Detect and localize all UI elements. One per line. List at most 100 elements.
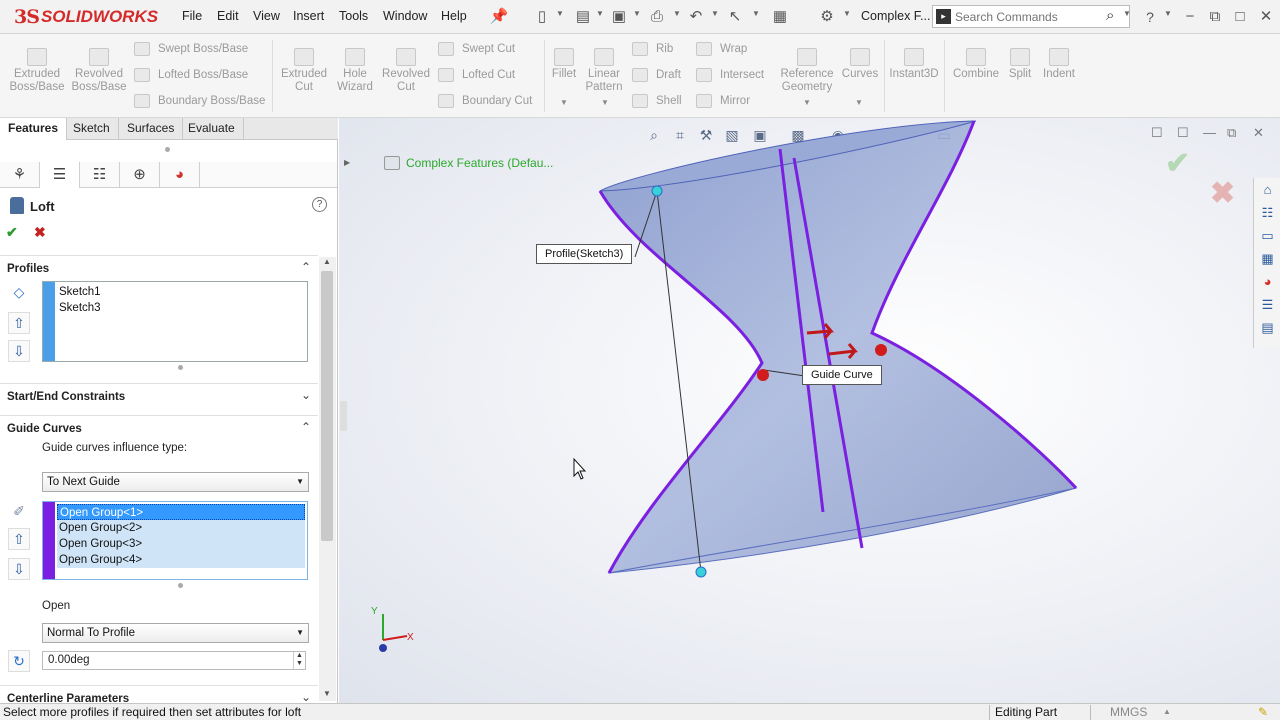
fillet-button[interactable]: Fillet [548,48,580,81]
menu-tools[interactable]: Tools [339,9,368,23]
list-item[interactable]: Sketch1 [57,284,305,300]
collapse-chevron-icon[interactable]: ⌃ [301,420,311,434]
tab-sketch[interactable]: Sketch [65,118,119,140]
profile-callout[interactable]: Profile(Sketch3) [536,244,633,264]
guide-point-handle[interactable] [875,344,887,356]
new-document-icon[interactable]: ▯ [532,7,552,27]
reference-geometry-button[interactable]: Reference Geometry [776,48,838,94]
select-icon[interactable]: ↖ [725,7,745,27]
profiles-section-header[interactable]: Profiles ⌃ [0,255,318,281]
combine-button[interactable]: Combine [950,48,1002,81]
guide-curves-list[interactable]: Open Group<1> Open Group<2> Open Group<3… [42,501,308,580]
configuration-manager-tab-icon[interactable]: ☷ [80,162,120,188]
search-icon[interactable]: ⌕ [1106,7,1114,24]
boundary-boss-button[interactable]: Boundary Boss/Base [134,94,265,108]
guide-curve-callout[interactable]: Guide Curve [802,365,882,385]
search-dropdown-icon[interactable]: ▼ [1123,9,1131,18]
draft-button[interactable]: Draft [632,68,681,82]
help-question-icon[interactable]: ? [1140,7,1160,27]
swept-cut-button[interactable]: Swept Cut [438,42,515,56]
centerline-parameters-header[interactable]: Centerline Parameters ⌄ [0,685,318,703]
lofted-cut-button[interactable]: Lofted Cut [438,68,515,82]
list-resize-handle[interactable] [178,583,183,588]
display-manager-tab-icon[interactable]: ◕ [160,162,200,188]
undo-dropdown-icon[interactable]: ▼ [711,9,719,18]
list-item[interactable]: Open Group<3> [57,536,305,552]
list-item[interactable]: Open Group<2> [57,520,305,536]
ok-check-icon[interactable]: ✔ [6,224,18,241]
splitter-handle[interactable] [165,147,170,152]
extruded-boss-button[interactable]: Extruded Boss/Base [8,48,66,94]
loft-surface[interactable] [599,120,1077,574]
scroll-up-icon[interactable]: ▲ [323,257,331,266]
list-item[interactable]: Sketch3 [57,300,305,316]
profiles-list[interactable]: Sketch1 Sketch3 [42,281,308,362]
pattern-dropdown-icon[interactable]: ▼ [601,98,609,107]
list-item[interactable]: Open Group<4> [57,552,305,568]
search-commands[interactable]: ▸ ⌕ [932,5,1130,28]
rebuild-status-icon[interactable]: ✎ [1258,705,1268,719]
unit-system[interactable]: MMGS [1110,705,1147,719]
shell-button[interactable]: Shell [632,94,682,108]
tab-surfaces[interactable]: Surfaces [119,118,184,140]
list-resize-handle[interactable] [178,365,183,370]
options-dropdown-icon[interactable]: ▼ [843,9,851,18]
tab-evaluate[interactable]: Evaluate [180,118,244,140]
loft-model[interactable]: X Y [339,118,1280,703]
move-up-icon[interactable]: ⇧ [8,312,30,334]
cancel-x-icon[interactable]: ✖ [34,224,46,241]
options-gear-icon[interactable]: ⚙ [817,7,837,27]
search-input[interactable] [955,8,1103,25]
start-end-constraints-header[interactable]: Start/End Constraints ⌄ [0,383,318,409]
reverse-direction-icon[interactable]: ↻ [8,650,30,672]
restore-window-icon[interactable]: ⧉ [1205,7,1225,27]
scroll-down-icon[interactable]: ▼ [323,689,331,698]
list-item[interactable]: Open Group<1> [57,504,305,520]
select-dropdown-icon[interactable]: ▼ [752,9,760,18]
expand-chevron-icon[interactable]: ⌄ [301,690,311,703]
guide-influence-select[interactable]: To Next Guide ▼ [42,472,309,492]
help-dropdown-icon[interactable]: ▼ [1164,9,1172,18]
print-icon[interactable]: ⎙ [647,7,667,27]
print-dropdown-icon[interactable]: ▼ [673,9,681,18]
revolved-boss-button[interactable]: Revolved Boss/Base [70,48,128,94]
tangency-type-select[interactable]: Normal To Profile ▼ [42,623,309,643]
revolved-cut-button[interactable]: Revolved Cut [380,48,432,94]
hole-wizard-button[interactable]: Hole Wizard [332,48,378,94]
menu-file[interactable]: File [182,9,202,23]
scrollbar-thumb[interactable] [321,271,333,541]
maximize-window-icon[interactable]: □ [1230,7,1250,27]
dimxpert-tab-icon[interactable]: ⊕ [120,162,160,188]
solidworks-logo[interactable]: 3S SOLIDWORKS [14,4,158,30]
curves-button[interactable]: Curves [840,48,880,81]
menu-window[interactable]: Window [383,9,427,23]
extruded-cut-button[interactable]: Extruded Cut [278,48,330,94]
expand-chevron-icon[interactable]: ⌄ [301,388,311,402]
open-dropdown-icon[interactable]: ▼ [596,9,604,18]
mirror-button[interactable]: Mirror [696,94,750,108]
reference-geometry-dropdown-icon[interactable]: ▼ [803,98,811,107]
close-window-icon[interactable]: ✕ [1256,7,1276,27]
new-dropdown-icon[interactable]: ▼ [556,9,564,18]
split-button[interactable]: Split [1004,48,1036,81]
fillet-dropdown-icon[interactable]: ▼ [560,98,568,107]
save-dropdown-icon[interactable]: ▼ [633,9,641,18]
rib-button[interactable]: Rib [632,42,673,56]
graphics-area[interactable]: ▶ Complex Features (Defau... ⌕ ⌗ ⚒ ▧ ▣ ▩… [339,118,1280,703]
boundary-cut-button[interactable]: Boundary Cut [438,94,532,108]
menu-insert[interactable]: Insert [293,9,324,23]
undo-icon[interactable]: ↶ [686,7,706,27]
indent-button[interactable]: Indent [1038,48,1080,81]
guide-point-handle[interactable] [757,369,769,381]
panel-scrollbar[interactable]: ▲ ▼ [319,257,336,701]
collapse-chevron-icon[interactable]: ⌃ [301,260,311,274]
connector-handle[interactable] [651,185,663,197]
move-up-icon[interactable]: ⇧ [8,528,30,550]
move-down-icon[interactable]: ⇩ [8,558,30,580]
unit-dropdown-icon[interactable]: ▲ [1163,707,1171,716]
menu-edit[interactable]: Edit [217,9,239,23]
pin-icon[interactable]: 📌 [489,7,509,27]
angle-spinbox[interactable]: 0.00deg ▲ ▼ [42,651,306,670]
property-manager-tab-icon[interactable]: ☰ [40,162,80,188]
instant3d-button[interactable]: Instant3D [888,48,940,81]
